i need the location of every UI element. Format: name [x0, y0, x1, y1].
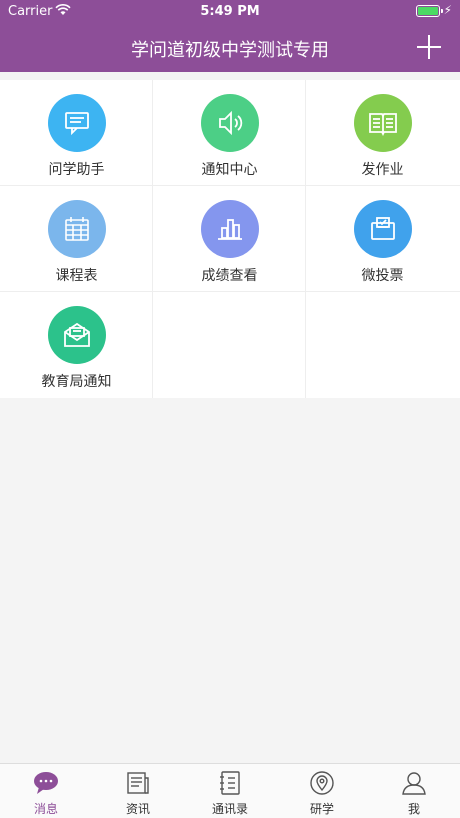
ballot-icon — [371, 217, 395, 240]
grid-item-label: 成绩查看 — [201, 268, 258, 284]
grid-item-grades[interactable]: 成绩查看 — [153, 186, 306, 292]
bar-chart-icon — [218, 219, 242, 240]
grid-item-empty — [306, 292, 460, 398]
charging-bolt-icon: ⚡ — [443, 3, 452, 17]
page-title: 学问道初级中学测试专用 — [131, 40, 329, 61]
grid-item-icon-bg — [48, 94, 106, 152]
grid-item-icon-bg — [354, 94, 412, 152]
grid-item-timetable[interactable]: 课程表 — [0, 186, 153, 292]
grid-item-icon-bg — [354, 200, 412, 258]
tab-study-tour[interactable]: 研学 — [276, 764, 368, 818]
tab-label: 资讯 — [125, 802, 150, 816]
grid-item-label: 通知中心 — [201, 162, 258, 178]
grid-item-vote[interactable]: 微投票 — [306, 186, 460, 292]
grid-item-empty — [153, 292, 306, 398]
grid-item-icon-bg — [48, 306, 106, 364]
chat-icon — [65, 112, 89, 136]
status-bar: Carrier 5:49 PM ⚡ — [0, 0, 460, 24]
tab-me[interactable]: 我 — [368, 764, 460, 818]
header: Carrier 5:49 PM ⚡ 学问道初级中学测试专用 — [0, 0, 460, 72]
news-icon — [127, 772, 149, 794]
grid-item-bureau-notice[interactable]: 教育局通知 — [0, 292, 153, 398]
contacts-icon — [220, 771, 240, 795]
message-icon — [34, 772, 58, 794]
tab-label: 消息 — [33, 802, 58, 816]
grid-item-icon-bg — [201, 94, 259, 152]
grid-item-icon-bg — [201, 200, 259, 258]
tab-contacts[interactable]: 通讯录 — [184, 764, 276, 818]
tab-label: 研学 — [309, 802, 334, 816]
tab-label: 我 — [407, 802, 420, 816]
tab-messages[interactable]: 消息 — [0, 764, 92, 818]
envelope-icon — [64, 322, 90, 347]
profile-icon — [402, 772, 426, 795]
battery-icon — [416, 5, 443, 17]
feature-grid: 问学助手 通知中心 发作业 课程表 成绩查看 微投票 教育局通知 — [0, 80, 460, 398]
grid-item-icon-bg — [48, 200, 106, 258]
grid-item-label: 微投票 — [361, 268, 404, 284]
grid-item-label: 问学助手 — [48, 162, 105, 178]
tab-bar: 消息 资讯 通讯录 研学 我 — [0, 763, 460, 818]
calendar-icon — [65, 217, 89, 241]
tab-news[interactable]: 资讯 — [92, 764, 184, 818]
speaker-icon — [219, 110, 243, 136]
grid-item-label: 教育局通知 — [41, 374, 112, 390]
status-time: 5:49 PM — [200, 4, 260, 19]
grid-item-homework[interactable]: 发作业 — [306, 80, 460, 186]
add-button[interactable] — [416, 34, 442, 60]
tab-label: 通讯录 — [211, 802, 248, 816]
book-icon — [369, 113, 397, 137]
grid-item-label: 发作业 — [361, 162, 404, 178]
location-icon — [310, 771, 334, 795]
grid-item-label: 课程表 — [55, 268, 98, 284]
grid-item-notification-center[interactable]: 通知中心 — [153, 80, 306, 186]
grid-item-assistant[interactable]: 问学助手 — [0, 80, 153, 186]
